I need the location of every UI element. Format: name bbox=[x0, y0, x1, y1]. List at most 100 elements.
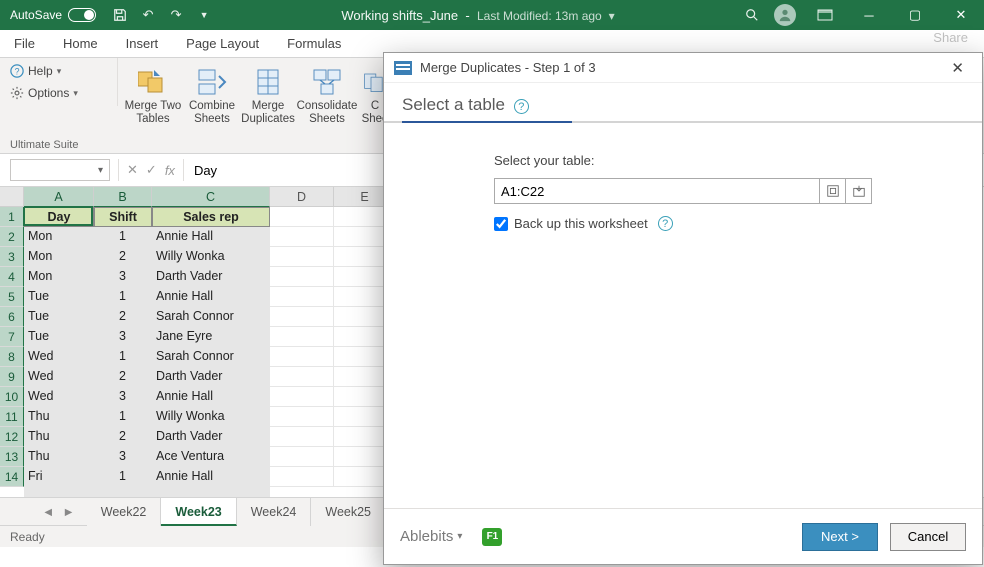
cell[interactable]: Sarah Connor bbox=[152, 307, 270, 327]
help-icon[interactable]: ? bbox=[514, 99, 529, 114]
cell[interactable]: Willy Wonka bbox=[152, 407, 270, 427]
row-header[interactable]: 1 bbox=[0, 207, 24, 227]
cell[interactable]: Day bbox=[24, 207, 94, 227]
qat-customize-icon[interactable]: ▼ bbox=[192, 3, 216, 27]
column-header[interactable]: A bbox=[24, 187, 94, 207]
cell[interactable]: Sarah Connor bbox=[152, 347, 270, 367]
cell[interactable]: 3 bbox=[94, 447, 152, 467]
cell[interactable]: Jane Eyre bbox=[152, 327, 270, 347]
dialog-titlebar[interactable]: Merge Duplicates - Step 1 of 3 ✕ bbox=[384, 53, 982, 83]
range-input[interactable] bbox=[494, 178, 820, 204]
cell[interactable] bbox=[270, 267, 334, 287]
column-header[interactable]: C bbox=[152, 187, 270, 207]
cell[interactable]: Thu bbox=[24, 427, 94, 447]
cell[interactable] bbox=[270, 387, 334, 407]
cell[interactable] bbox=[270, 327, 334, 347]
cell[interactable]: 2 bbox=[94, 367, 152, 387]
combine-sheets-button[interactable]: Combine Sheets bbox=[184, 64, 240, 135]
consolidate-sheets-button[interactable]: Consolidate Sheets bbox=[296, 64, 358, 135]
cell[interactable]: Wed bbox=[24, 387, 94, 407]
ribbon-tab-formulas[interactable]: Formulas bbox=[273, 30, 355, 57]
cell[interactable]: 2 bbox=[94, 427, 152, 447]
close-window-button[interactable]: ✕ bbox=[938, 0, 984, 30]
f1-help-badge[interactable]: F1 bbox=[482, 528, 502, 546]
cell[interactable]: Mon bbox=[24, 247, 94, 267]
autosave-toggle[interactable] bbox=[68, 8, 96, 22]
cell[interactable]: Tue bbox=[24, 327, 94, 347]
help-icon[interactable]: ? bbox=[658, 216, 673, 231]
column-header[interactable]: D bbox=[270, 187, 334, 207]
ribbon-tab-page-layout[interactable]: Page Layout bbox=[172, 30, 273, 57]
row-header[interactable]: 13 bbox=[0, 447, 24, 467]
cell[interactable]: Mon bbox=[24, 267, 94, 287]
row-header[interactable]: 3 bbox=[0, 247, 24, 267]
row-header[interactable]: 14 bbox=[0, 467, 24, 487]
minimize-button[interactable]: ─ bbox=[846, 0, 892, 30]
cell[interactable] bbox=[270, 207, 334, 227]
cancel-button[interactable]: Cancel bbox=[890, 523, 966, 551]
cell[interactable]: Tue bbox=[24, 307, 94, 327]
row-header[interactable]: 12 bbox=[0, 427, 24, 447]
formula-input[interactable]: Day bbox=[184, 163, 227, 178]
merge-duplicates-button[interactable]: Merge Duplicates bbox=[240, 64, 296, 135]
cell[interactable]: Ace Ventura bbox=[152, 447, 270, 467]
cell[interactable]: Shift bbox=[94, 207, 152, 227]
cell[interactable]: Darth Vader bbox=[152, 267, 270, 287]
maximize-button[interactable]: ▢ bbox=[892, 0, 938, 30]
cell[interactable]: Annie Hall bbox=[152, 467, 270, 487]
row-header[interactable]: 4 bbox=[0, 267, 24, 287]
cell[interactable]: 1 bbox=[94, 467, 152, 487]
cell[interactable]: Sales rep bbox=[152, 207, 270, 227]
account-avatar[interactable] bbox=[774, 4, 796, 26]
cell[interactable]: 2 bbox=[94, 307, 152, 327]
cell[interactable]: 3 bbox=[94, 267, 152, 287]
cell[interactable]: 2 bbox=[94, 247, 152, 267]
ribbon-tab-file[interactable]: File bbox=[0, 30, 49, 57]
cell[interactable]: Wed bbox=[24, 367, 94, 387]
ribbon-display-icon[interactable] bbox=[806, 3, 844, 27]
cell[interactable] bbox=[270, 367, 334, 387]
save-icon[interactable] bbox=[108, 3, 132, 27]
cancel-formula-icon[interactable]: ✕ bbox=[127, 162, 138, 178]
next-button[interactable]: Next > bbox=[802, 523, 878, 551]
row-header[interactable]: 8 bbox=[0, 347, 24, 367]
cell[interactable]: Darth Vader bbox=[152, 427, 270, 447]
sheet-tab[interactable]: Week24 bbox=[237, 498, 312, 526]
sheet-nav-next-icon[interactable]: ► bbox=[62, 505, 74, 519]
redo-icon[interactable]: ↷ bbox=[164, 3, 188, 27]
cell[interactable] bbox=[270, 227, 334, 247]
row-header[interactable]: 5 bbox=[0, 287, 24, 307]
row-header[interactable]: 11 bbox=[0, 407, 24, 427]
row-header[interactable]: 2 bbox=[0, 227, 24, 247]
select-all-corner[interactable] bbox=[0, 187, 24, 207]
cell[interactable]: Mon bbox=[24, 227, 94, 247]
cell[interactable]: Wed bbox=[24, 347, 94, 367]
cell[interactable]: Annie Hall bbox=[152, 387, 270, 407]
cell[interactable] bbox=[152, 487, 270, 497]
cell[interactable] bbox=[270, 447, 334, 467]
merge-two-tables-button[interactable]: Merge Two Tables bbox=[122, 64, 184, 135]
search-icon[interactable] bbox=[740, 3, 764, 27]
cell[interactable]: 1 bbox=[94, 227, 152, 247]
sheet-tab[interactable]: Week22 bbox=[87, 498, 162, 526]
cell[interactable] bbox=[270, 247, 334, 267]
expand-selection-button[interactable] bbox=[820, 178, 846, 204]
enter-formula-icon[interactable]: ✓ bbox=[146, 162, 157, 178]
cell[interactable]: 3 bbox=[94, 387, 152, 407]
row-header[interactable]: 7 bbox=[0, 327, 24, 347]
ribbon-options[interactable]: Options ▾ bbox=[10, 86, 107, 100]
fx-icon[interactable]: fx bbox=[165, 163, 175, 178]
ablebits-brand[interactable]: Ablebits ▾ bbox=[400, 528, 462, 545]
cell[interactable]: 1 bbox=[94, 347, 152, 367]
row-header[interactable]: 9 bbox=[0, 367, 24, 387]
cell[interactable] bbox=[270, 307, 334, 327]
name-box[interactable]: ▾ bbox=[10, 159, 110, 181]
collapse-dialog-button[interactable] bbox=[846, 178, 872, 204]
cell[interactable] bbox=[94, 487, 152, 497]
row-header[interactable]: 10 bbox=[0, 387, 24, 407]
ribbon-tab-insert[interactable]: Insert bbox=[112, 30, 173, 57]
cell[interactable]: Annie Hall bbox=[152, 227, 270, 247]
sheet-tab[interactable]: Week25 bbox=[311, 498, 386, 526]
undo-icon[interactable]: ↶ bbox=[136, 3, 160, 27]
cell[interactable] bbox=[270, 347, 334, 367]
